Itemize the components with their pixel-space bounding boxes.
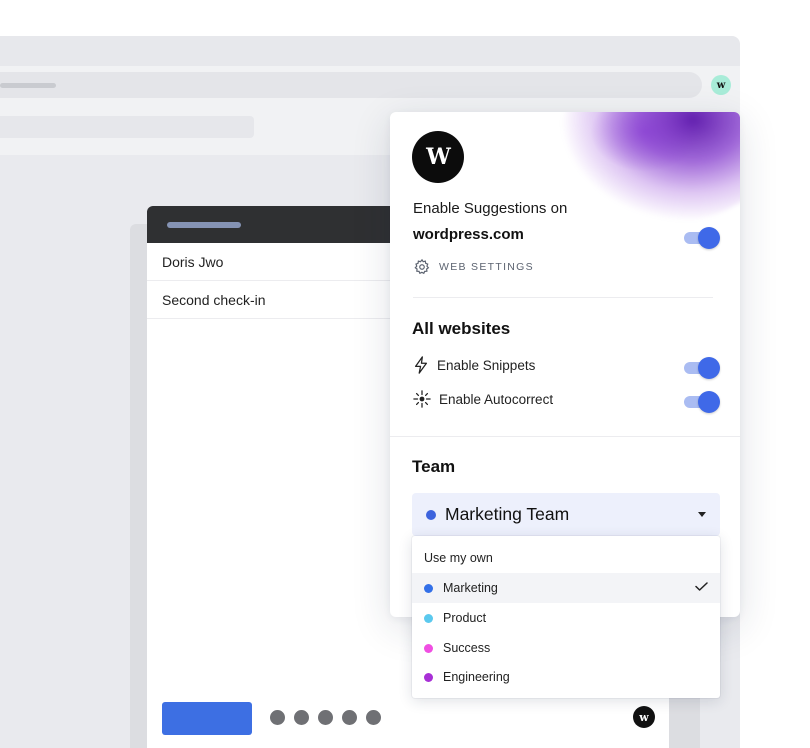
dropdown-item-engineering[interactable]: Engineering: [412, 662, 720, 692]
send-button[interactable]: [162, 702, 252, 735]
option-label: Enable Autocorrect: [439, 391, 554, 407]
dropdown-item-product[interactable]: Product: [412, 603, 720, 633]
browser-titlebar: [0, 36, 740, 68]
toolbar-dot-icon[interactable]: [366, 710, 381, 725]
divider: [413, 297, 713, 298]
toolbar-dot-icon[interactable]: [270, 710, 285, 725]
option-autocorrect: Enable Autocorrect: [413, 390, 553, 408]
web-settings-label: WEB SETTINGS: [439, 261, 534, 273]
dropdown-item-label: Marketing: [443, 581, 498, 595]
team-color-dot: [424, 583, 433, 593]
dropdown-item-use-my-own[interactable]: Use my own: [412, 543, 720, 573]
divider: [390, 436, 740, 437]
autocorrect-toggle[interactable]: [684, 391, 720, 413]
team-select[interactable]: Marketing Team: [412, 493, 720, 536]
all-websites-heading: All websites: [412, 319, 511, 338]
team-heading: Team: [412, 457, 456, 476]
site-name: wordpress.com: [413, 226, 524, 243]
dropdown-item-label: Engineering: [443, 670, 510, 684]
dropdown-item-marketing[interactable]: Marketing: [412, 573, 720, 603]
snippets-toggle[interactable]: [684, 357, 720, 379]
dropdown-item-label: Use my own: [424, 551, 493, 565]
dropdown-item-success[interactable]: Success: [412, 633, 720, 663]
option-snippets: Enable Snippets: [413, 356, 535, 374]
team-selected-value: Marketing Team: [445, 504, 570, 524]
address-bar[interactable]: [0, 72, 702, 98]
compose-title-placeholder: [167, 222, 241, 228]
team-color-dot: [424, 672, 433, 682]
enable-suggestions-label: Enable Suggestions on: [413, 200, 568, 217]
checkmark-icon: [695, 582, 708, 591]
brand-logo: W: [412, 131, 464, 183]
sparkle-icon: [413, 390, 431, 408]
extension-icon[interactable]: w: [711, 75, 731, 95]
web-settings-link[interactable]: WEB SETTINGS: [413, 258, 534, 276]
url-placeholder-line: [0, 83, 56, 88]
toolbar-dot-icon[interactable]: [294, 710, 309, 725]
team-color-dot: [424, 613, 433, 623]
gear-icon: [414, 258, 430, 275]
page-header-placeholder: [0, 116, 254, 138]
compose-extension-logo[interactable]: w: [633, 706, 655, 728]
team-dropdown-menu: Use my own Marketing Product Success Eng…: [412, 536, 720, 698]
option-label: Enable Snippets: [437, 357, 536, 373]
site-suggestions-toggle[interactable]: [684, 227, 720, 249]
team-color-dot: [424, 643, 433, 653]
team-color-dot: [426, 509, 436, 520]
toolbar-dot-icon[interactable]: [318, 710, 333, 725]
lightning-icon: [414, 356, 428, 374]
dropdown-item-label: Product: [443, 611, 487, 625]
dropdown-item-label: Success: [443, 641, 491, 655]
toolbar-dot-icon[interactable]: [342, 710, 357, 725]
chevron-down-icon: [698, 512, 706, 517]
